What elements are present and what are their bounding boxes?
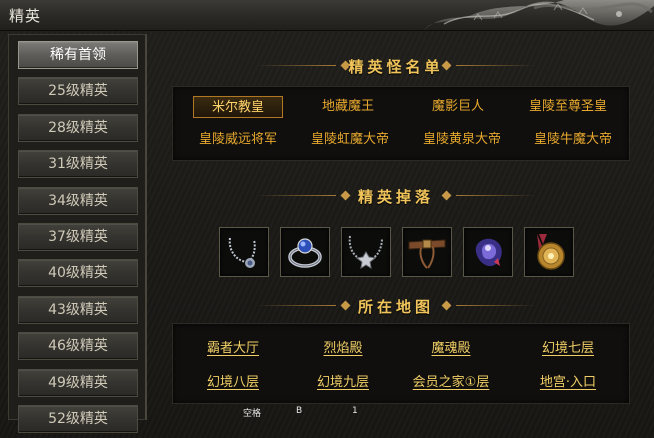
map-link[interactable]: 霸者大厅 [183, 338, 283, 360]
drop-item-slot[interactable] [402, 227, 452, 277]
purple-gem-icon [475, 238, 502, 267]
window-title: 精英 [9, 7, 42, 25]
sapphire-ring-icon [288, 238, 322, 268]
boss-item[interactable]: 地藏魔王 [303, 96, 393, 118]
map-list-panel: 霸者大厅 烈焰殿 魔魂殿 幻境七层 幻境八层 幻境九层 会员之家①层 地宫·入口 [172, 323, 630, 404]
drop-item-slot[interactable] [463, 227, 513, 277]
drop-item-slot[interactable] [219, 227, 269, 277]
boss-item[interactable]: 米尔教皇 [193, 96, 283, 118]
drops-section-header: 精英掉落 [146, 186, 646, 206]
dragon-ornament-icon [424, 0, 654, 30]
map-link[interactable]: 幻境九层 [293, 372, 393, 394]
map-link[interactable]: 地宫·入口 [513, 372, 623, 394]
sidebar-item-level-49[interactable]: 49级精英 [18, 369, 138, 397]
sidebar-item-level-28[interactable]: 28级精英 [18, 114, 138, 142]
maps-section-header: 所在地图 [146, 296, 646, 316]
sidebar-item-level-40[interactable]: 40级精英 [18, 259, 138, 287]
map-link[interactable]: 会员之家①层 [393, 372, 509, 394]
map-link[interactable]: 幻境七层 [513, 338, 623, 360]
maps-section-title: 所在地图 [357, 298, 434, 316]
drop-item-slot[interactable] [524, 227, 574, 277]
divider-line [456, 195, 536, 196]
title-bar[interactable]: 精英 [0, 0, 654, 31]
map-link[interactable]: 烈焰殿 [293, 338, 393, 360]
bosses-section-header: 精英怪名单 [146, 56, 646, 76]
number-key-label: 1 [352, 406, 358, 416]
drops-section-title: 精英掉落 [357, 188, 434, 206]
sidebar-item-level-31[interactable]: 31级精英 [18, 150, 138, 178]
boss-item[interactable]: 皇陵黄泉大帝 [407, 129, 517, 151]
drop-item-slot[interactable] [280, 227, 330, 277]
map-link[interactable]: 魔魂殿 [401, 338, 501, 360]
status-bar: 空格 B 1 [0, 403, 654, 438]
sidebar-item-level-37[interactable]: 37级精英 [18, 223, 138, 251]
boss-item[interactable]: 皇陵威远将军 [183, 129, 293, 151]
divider-line [456, 305, 536, 306]
sidebar-item-level-43[interactable]: 43级精英 [18, 296, 138, 324]
divider-line [456, 65, 536, 66]
silver-necklace-icon [228, 237, 256, 268]
spiked-necklace-icon [348, 235, 383, 269]
space-key-label: 空格 [243, 409, 262, 419]
map-link[interactable]: 幻境八层 [183, 372, 283, 394]
boss-item[interactable]: 魔影巨人 [413, 96, 503, 118]
sidebar-item-level-46[interactable]: 46级精英 [18, 332, 138, 360]
gold-medal-icon [537, 234, 565, 270]
drop-item-slot[interactable] [341, 227, 391, 277]
sidebar-item-level-34[interactable]: 34级精英 [18, 187, 138, 215]
leather-belt-icon [408, 239, 446, 269]
main-content: 精英怪名单 米尔教皇 地藏魔王 魔影巨人 皇陵至尊圣皇 皇陵威远将军 皇陵虹魔大… [146, 34, 646, 418]
boss-item[interactable]: 皇陵虹魔大帝 [295, 129, 405, 151]
sidebar-item-rare-boss[interactable]: 稀有首领 [18, 41, 138, 69]
boss-list-panel: 米尔教皇 地藏魔王 魔影巨人 皇陵至尊圣皇 皇陵威远将军 皇陵虹魔大帝 皇陵黄泉… [172, 86, 630, 161]
elite-window: 精英 稀有首领 25级精英 28级精英 31级精英 34级精英 37级精英 40… [0, 0, 654, 438]
boss-item[interactable]: 皇陵至尊圣皇 [518, 96, 618, 118]
boss-item[interactable]: 皇陵牛魔大帝 [518, 129, 628, 151]
b-key-label: B [296, 406, 303, 416]
sidebar-item-level-25[interactable]: 25级精英 [18, 77, 138, 105]
bosses-section-title: 精英怪名单 [348, 58, 444, 76]
sidebar: 稀有首领 25级精英 28级精英 31级精英 34级精英 37级精英 40级精英… [8, 34, 147, 433]
